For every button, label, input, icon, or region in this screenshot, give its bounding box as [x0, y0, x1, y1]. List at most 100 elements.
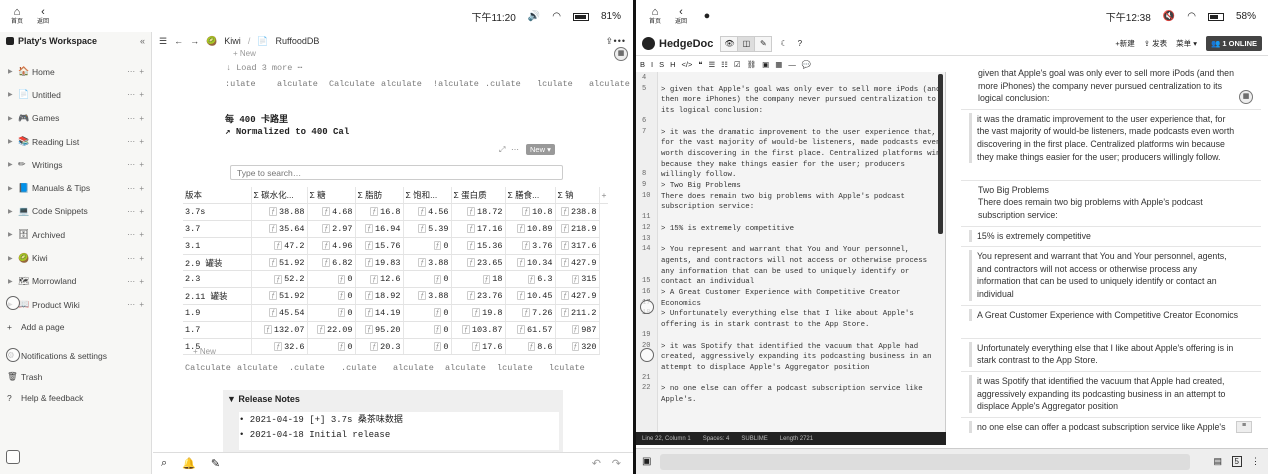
calculate-cell[interactable]: alculate: [237, 363, 289, 373]
value-cell[interactable]: ƒ0: [403, 304, 452, 322]
table-row[interactable]: 3.7s ƒ 38.88 ƒ 4.68 ƒ 16.8 ƒ 4.56 ƒ 18.72 ƒ 10.8 ƒ 238…: [183, 203, 608, 222]
value-cell[interactable]: ƒ 3.88: [403, 287, 452, 306]
editor-line[interactable]: > it was the dramatic improvement to the…: [661, 128, 941, 182]
sidebar-item-morrowland[interactable]: ▶ 🗺 Morrowland ⋯ +: [0, 270, 151, 293]
sidebar-item-home[interactable]: ▶ 🏠 Home ⋯ +: [0, 60, 151, 83]
split-mode-icon[interactable]: ◫: [737, 35, 756, 52]
editor-line[interactable]: > You represent and warrant that You and…: [661, 245, 941, 288]
value-cell[interactable]: ƒ 3.88: [403, 254, 452, 272]
version-cell[interactable]: 3.1: [183, 237, 252, 255]
value-cell[interactable]: ƒ 4.96: [307, 237, 356, 255]
markdown-editor[interactable]: 4 5 > given that Apple's goal was only eve…: [636, 72, 946, 432]
value-cell[interactable]: ƒ 16.94: [355, 220, 404, 238]
calculate-cell[interactable]: .culate: [485, 79, 537, 89]
column-header[interactable]: Σ 糖: [307, 187, 356, 205]
editor-line[interactable]: > given that Apple's goal was only ever …: [661, 85, 941, 117]
toolbar-button[interactable]: —: [788, 60, 796, 69]
toolbar-button[interactable]: ❝: [698, 60, 702, 69]
value-cell[interactable]: ƒ 18.92: [355, 287, 404, 306]
floating-touch-icon[interactable]: [640, 348, 654, 362]
sidebar-item-untitled[interactable]: ▶ 📄 Untitled ⋯ +: [0, 83, 151, 106]
item-actions[interactable]: ⋯ +: [127, 90, 145, 99]
table-row[interactable]: 3.1 ƒ 47.2 ƒ 4.96 ƒ 15.76 ƒ 0 ƒ 15.36 ƒ 3.76 ƒ 317.6: [183, 237, 608, 255]
calculate-cell[interactable]: !alculate: [433, 79, 485, 89]
calculate-cell[interactable]: alculate: [393, 363, 445, 373]
value-cell[interactable]: ƒ 2.97: [307, 220, 356, 238]
normalized-link[interactable]: ↗ Normalized to 400 Cal: [225, 127, 349, 137]
home-button[interactable]: ⌂ 首页: [642, 6, 668, 26]
version-cell[interactable]: 2.9 罐装: [183, 254, 252, 272]
value-cell[interactable]: ƒ 10.45: [505, 287, 556, 306]
toolbar-button[interactable]: ☑: [734, 60, 741, 69]
trash-button[interactable]: 🗑 Trash: [0, 366, 151, 387]
value-cell[interactable]: ƒ0: [403, 338, 452, 356]
calculate-cell[interactable]: lculate: [497, 363, 549, 373]
editor-line[interactable]: > no one else can offer a podcast subscr…: [661, 384, 941, 405]
calculate-cell[interactable]: lculate: [549, 363, 601, 373]
floating-touch-icon[interactable]: [640, 300, 654, 314]
editor-line[interactable]: > it was Spotify that identified the vac…: [661, 342, 941, 374]
home-button[interactable]: ⌂ 首页: [4, 6, 30, 26]
info-button[interactable]: ●: [694, 10, 720, 22]
value-cell[interactable]: ƒ 103.87: [451, 321, 506, 339]
editor-line[interactable]: > 15% is extremely competitive: [661, 224, 941, 235]
online-users-button[interactable]: 👥 1 ONLINE: [1205, 36, 1262, 51]
editor-line[interactable]: > Unfortunately everything else that I l…: [661, 309, 941, 330]
value-cell[interactable]: ƒ 132.07: [251, 321, 308, 339]
undo-icon[interactable]: ↶: [592, 457, 601, 470]
table-row[interactable]: 1.7 ƒ 132.07 ƒ 22.09 ƒ 95.20 ƒ 0 ƒ 103.87 ƒ 61.57 ƒ 98…: [183, 321, 608, 339]
column-header[interactable]: 版本: [183, 187, 252, 205]
tab-count-icon[interactable]: 5: [1231, 456, 1242, 467]
value-cell[interactable]: ƒ 51.92: [251, 254, 308, 272]
more-icon[interactable]: •••: [614, 36, 626, 46]
sidebar-item-reading-list[interactable]: ▶ 📚 Reading List ⋯ +: [0, 130, 151, 153]
column-header[interactable]: Σ 钠: [555, 187, 600, 205]
item-actions[interactable]: ⋯ +: [127, 254, 145, 263]
editor-line[interactable]: There does remain two big problems with …: [661, 192, 941, 213]
item-actions[interactable]: ⋯ +: [127, 184, 145, 193]
item-actions[interactable]: ⋯ +: [127, 137, 145, 146]
value-cell[interactable]: ƒ 987: [555, 321, 600, 339]
toolbar-button[interactable]: ☷: [721, 60, 728, 69]
value-cell[interactable]: ƒ 218.9: [555, 220, 600, 238]
toc-icon[interactable]: ≡: [1236, 421, 1252, 433]
hedgedoc-logo[interactable]: HedgeDoc: [636, 37, 713, 50]
publish-button[interactable]: ⇪ 发表: [1144, 38, 1167, 49]
expand-arrow-icon[interactable]: ▶: [8, 208, 13, 215]
view-options-icon[interactable]: ⋯: [511, 145, 519, 154]
reader-icon[interactable]: ▤: [1213, 456, 1222, 467]
value-cell[interactable]: ƒ 45.54: [251, 304, 308, 322]
value-cell[interactable]: ƒ 17.16: [451, 220, 506, 238]
calculate-cell[interactable]: .culate: [341, 363, 393, 373]
calculate-cell[interactable]: alculate: [381, 79, 433, 89]
table-row[interactable]: 2.3 ƒ 52.2 ƒ 0 ƒ 12.6 ƒ 0 ƒ 18 ƒ 6.3 ƒ 315: [183, 270, 608, 289]
version-cell[interactable]: 1.9: [183, 304, 252, 322]
add-page-button[interactable]: + Add a page: [0, 316, 151, 337]
menu-icon[interactable]: ☰: [159, 36, 167, 47]
toolbar-button[interactable]: B: [640, 60, 645, 69]
editor-scrollbar[interactable]: [938, 74, 943, 234]
column-header[interactable]: Σ 饱和...: [403, 187, 452, 205]
value-cell[interactable]: ƒ 47.2: [251, 237, 308, 255]
value-cell[interactable]: ƒ 52.2: [251, 270, 308, 289]
value-cell[interactable]: ƒ0: [307, 287, 356, 306]
menu-button[interactable]: 菜单 ▾: [1176, 38, 1197, 49]
version-cell[interactable]: 3.7: [183, 220, 252, 238]
item-actions[interactable]: ⋯ +: [127, 67, 145, 76]
value-cell[interactable]: ƒ 20.3: [355, 338, 404, 356]
expand-arrow-icon[interactable]: ▶: [8, 185, 13, 192]
table-row[interactable]: 1.5 ƒ 32.6 ƒ 0 ƒ 20.3 ƒ 0 ƒ 17.6 ƒ 8.6 ƒ 320: [183, 338, 608, 356]
toolbar-button[interactable]: ⛓: [747, 60, 757, 69]
value-cell[interactable]: ƒ 35.64: [251, 220, 308, 238]
value-cell[interactable]: ƒ 4.56: [403, 203, 452, 222]
expand-arrow-icon[interactable]: ▶: [8, 115, 13, 122]
column-header[interactable]: Σ 碳水化...: [251, 187, 308, 205]
value-cell[interactable]: ƒ 14.19: [355, 304, 404, 322]
value-cell[interactable]: ƒ 10.89: [505, 220, 556, 238]
floating-menu-icon[interactable]: ▦: [1239, 90, 1253, 104]
column-header[interactable]: Σ 膳食...: [505, 187, 556, 205]
toolbar-button[interactable]: </>: [682, 60, 693, 69]
floating-menu-icon[interactable]: ▦: [614, 47, 628, 61]
expand-arrow-icon[interactable]: ▶: [8, 91, 13, 98]
expand-arrow-icon[interactable]: ▶: [8, 231, 13, 238]
